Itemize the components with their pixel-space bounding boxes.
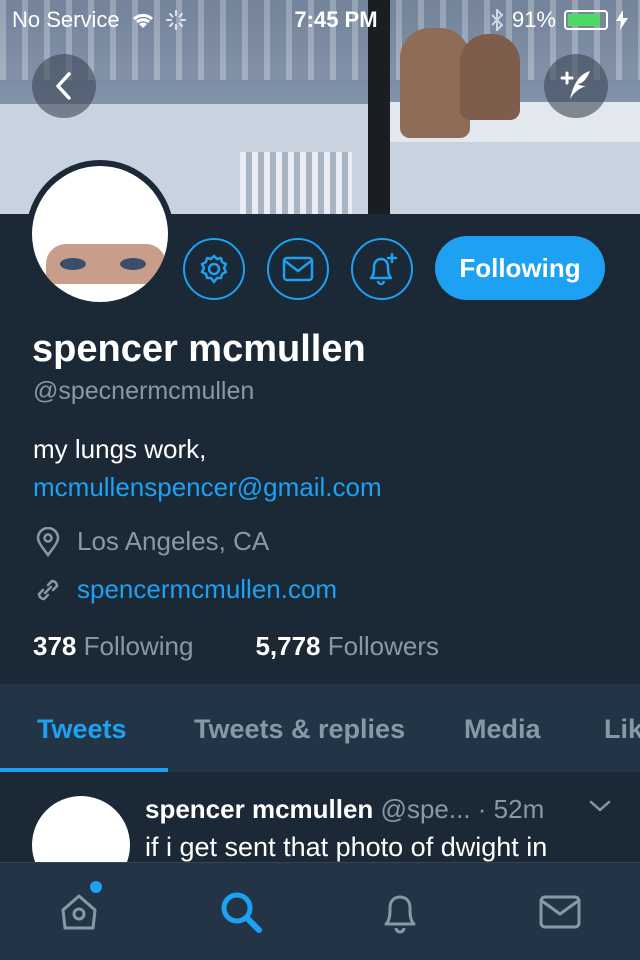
followers-label: Followers [327, 631, 440, 661]
bell-plus-icon [369, 252, 398, 286]
charging-bolt-icon [616, 10, 628, 30]
gear-icon [200, 254, 228, 284]
follow-counts: 378 Following 5,778 Followers [33, 631, 439, 662]
profile-avatar[interactable] [26, 160, 174, 308]
back-button[interactable] [32, 54, 96, 118]
notify-button[interactable] [351, 238, 413, 300]
chevron-down-icon[interactable] [588, 798, 612, 814]
following-count[interactable]: 378 Following [33, 631, 193, 662]
bell-icon [384, 895, 416, 934]
battery-percent: 91% [511, 7, 556, 32]
carrier-label: No Service [12, 7, 120, 32]
tweet-author-name: spencer mcmullen [145, 794, 374, 824]
profile-website[interactable]: spencermcmullen.com [33, 574, 337, 605]
bluetooth-icon [491, 9, 504, 31]
activity-spinner-icon [165, 10, 186, 30]
nav-search[interactable] [216, 887, 266, 937]
bottom-tab-bar [0, 862, 640, 960]
settings-button[interactable] [183, 238, 245, 300]
profile-name: spencer mcmullen [32, 328, 366, 370]
tweet-avatar[interactable] [32, 796, 130, 864]
link-icon [37, 579, 59, 600]
nav-messages[interactable] [535, 887, 585, 937]
chevron-left-icon [56, 72, 71, 100]
bio-email-link[interactable]: mcmullenspencer@gmail.com [33, 468, 382, 506]
profile-bio: my lungs work, mcmullenspencer@gmail.com [33, 430, 382, 506]
followers-number: 5,778 [255, 631, 321, 661]
banner-person [460, 34, 520, 120]
clock: 7:45 PM [294, 7, 378, 32]
compose-button[interactable] [544, 54, 608, 118]
home-icon [61, 894, 97, 930]
location-text: Los Angeles, CA [77, 526, 270, 556]
nav-notifications[interactable] [375, 887, 425, 937]
bio-text: my lungs work, [33, 434, 207, 464]
tweet-author-handle: @spe... [380, 794, 471, 824]
location-pin-icon [36, 526, 60, 557]
tab-media[interactable]: Media [464, 714, 541, 745]
profile-location: Los Angeles, CA [33, 526, 269, 557]
profile-tabs: Tweets Tweets & replies Media Lik [0, 684, 640, 772]
website-link[interactable]: spencermcmullen.com [77, 574, 337, 605]
nav-home[interactable] [54, 887, 104, 937]
tweet-item[interactable]: spencer mcmullen @spe... · 52m if i get … [0, 772, 640, 864]
home-unread-dot [90, 881, 102, 893]
message-button[interactable] [267, 238, 329, 300]
status-bar: No Service 7:45 PM 91% [0, 0, 640, 40]
compose-feather-icon [560, 71, 590, 99]
tweet-header: spencer mcmullen @spe... · 52m [145, 794, 544, 825]
envelope-icon [282, 256, 314, 282]
search-icon [221, 892, 262, 933]
battery-icon [564, 10, 608, 30]
envelope-icon [539, 895, 581, 929]
banner-vent [240, 152, 352, 214]
following-label: Following [83, 631, 194, 661]
tweet-time: · 52m [477, 794, 545, 824]
followers-count[interactable]: 5,778 Followers [255, 631, 439, 662]
wifi-icon [132, 13, 153, 28]
following-number: 378 [33, 631, 77, 661]
following-button[interactable]: Following [435, 236, 605, 300]
tab-tweets-replies[interactable]: Tweets & replies [194, 714, 405, 745]
profile-handle: @specnermcmullen [33, 377, 255, 405]
tweet-text: if i get sent that photo of dwight in [145, 832, 548, 862]
tab-likes[interactable]: Lik [604, 714, 640, 745]
tab-tweets[interactable]: Tweets [37, 714, 127, 745]
